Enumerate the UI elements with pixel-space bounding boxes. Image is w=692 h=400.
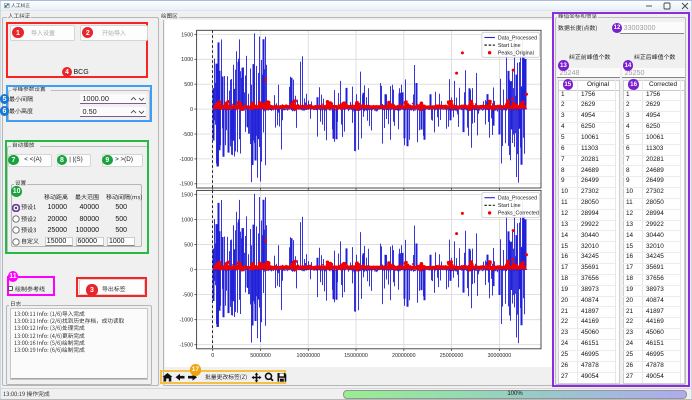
svg-text:1000: 1000	[181, 57, 193, 63]
svg-text:Start Line: Start Line	[498, 43, 521, 49]
svg-text:25000000: 25000000	[440, 353, 464, 359]
svg-text:-1500: -1500	[180, 182, 194, 188]
svg-text:Start Line: Start Line	[498, 203, 521, 209]
svg-text:500: 500	[184, 243, 193, 249]
svg-text:Peaks_Corrected: Peaks_Corrected	[498, 211, 539, 217]
svg-text:0: 0	[190, 268, 193, 274]
svg-text:15000000: 15000000	[344, 353, 368, 359]
svg-text:1500: 1500	[181, 192, 193, 198]
svg-text:0: 0	[211, 353, 214, 359]
svg-text:-1500: -1500	[180, 343, 194, 349]
svg-text:10000000: 10000000	[297, 353, 321, 359]
svg-text:-1000: -1000	[180, 318, 194, 324]
svg-text:500: 500	[184, 82, 193, 88]
svg-text:-1000: -1000	[180, 157, 194, 163]
svg-text:0: 0	[190, 107, 193, 113]
svg-text:Peaks_Original: Peaks_Original	[498, 51, 534, 57]
svg-text:20000000: 20000000	[392, 353, 416, 359]
svg-text:1500: 1500	[181, 32, 193, 38]
svg-text:30000000: 30000000	[488, 353, 512, 359]
svg-text:-500: -500	[182, 293, 193, 299]
svg-text:Data_Processed: Data_Processed	[498, 35, 537, 41]
svg-text:1000: 1000	[181, 217, 193, 223]
svg-text:-500: -500	[182, 132, 193, 138]
svg-text:Data_Processed: Data_Processed	[498, 196, 537, 202]
svg-text:5000000: 5000000	[250, 353, 271, 359]
